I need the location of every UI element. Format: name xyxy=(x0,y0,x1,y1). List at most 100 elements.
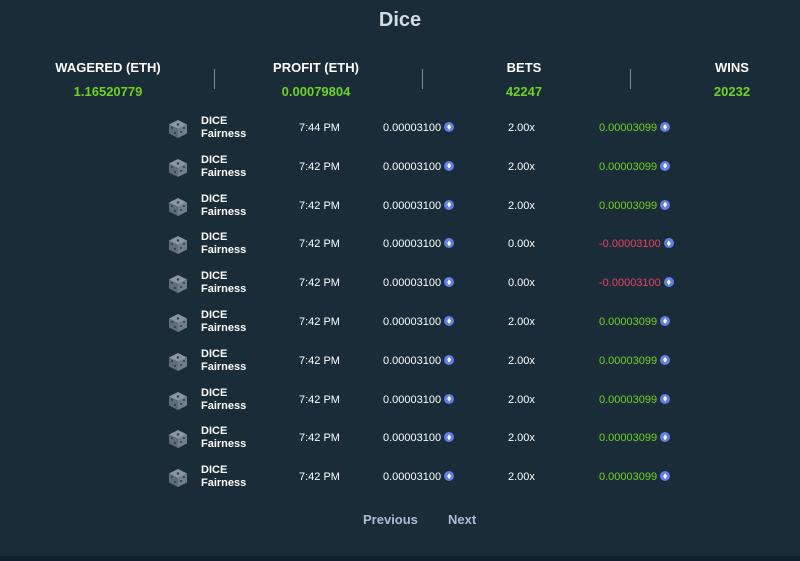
bet-multiplier: 2.00x xyxy=(508,199,535,212)
bet-profit: 0.00003099 xyxy=(599,160,658,173)
bet-profit-cell: 0.00003099 xyxy=(599,432,671,445)
stat-profit-value: 0.00079804 xyxy=(281,84,351,99)
fairness-link[interactable]: Fairness xyxy=(201,477,246,490)
fairness-link[interactable]: Fairness xyxy=(201,244,246,257)
bet-amount-cell: 0.00003100 xyxy=(383,238,455,250)
fairness-link[interactable]: Fairness xyxy=(201,283,246,296)
divider xyxy=(630,69,631,89)
bet-amount: 0.00003100 xyxy=(383,160,442,173)
fairness-link[interactable]: Fairness xyxy=(201,400,246,413)
game-cell: DICE Fairness xyxy=(201,270,246,296)
bet-profit: 0.00003099 xyxy=(599,471,658,484)
game-name[interactable]: DICE xyxy=(201,231,246,244)
bet-multiplier: 2.00x xyxy=(508,354,535,367)
stat-wagered-label: WAGERED (ETH) xyxy=(55,60,161,75)
bet-profit: 0.00003099 xyxy=(599,432,658,445)
game-name[interactable]: DICE xyxy=(201,464,246,477)
bet-time: 7:42 PM xyxy=(299,393,340,406)
game-name[interactable]: DICE xyxy=(201,309,246,322)
bet-amount-cell: 0.00003100 xyxy=(383,277,455,290)
stat-wagered-value: 1.16520779 xyxy=(73,84,143,99)
game-cell: DICE Fairness xyxy=(201,464,246,490)
stat-wins: WINS 20232 xyxy=(672,60,792,99)
bet-profit-cell: 0.00003099 xyxy=(599,471,671,484)
bet-profit: -0.00003100 xyxy=(599,277,661,290)
eth-icon xyxy=(663,277,674,288)
fairness-link[interactable]: Fairness xyxy=(201,167,246,180)
bottom-bar xyxy=(0,556,800,561)
game-cell: DICE Fairness xyxy=(201,115,246,141)
bet-multiplier: 0.00x xyxy=(508,277,535,290)
stat-bets: BETS 42247 xyxy=(464,60,584,99)
bet-time: 7:42 PM xyxy=(299,238,340,251)
game-name[interactable]: DICE xyxy=(201,154,246,167)
game-name[interactable]: DICE xyxy=(201,193,246,206)
next-button[interactable]: Next xyxy=(448,512,476,527)
game-cell: DICE Fairness xyxy=(201,193,246,219)
fairness-link[interactable]: Fairness xyxy=(201,438,246,451)
dice-icon xyxy=(168,352,188,372)
bet-time: 7:42 PM xyxy=(299,432,340,445)
game-cell: DICE Fairness xyxy=(201,154,246,180)
fairness-link[interactable]: Fairness xyxy=(201,206,246,219)
bet-profit-cell: 0.00003099 xyxy=(599,122,671,134)
game-cell: DICE Fairness xyxy=(201,387,246,413)
game-name[interactable]: DICE xyxy=(201,348,246,361)
bet-profit-cell: 0.00003099 xyxy=(599,316,671,328)
dice-icon xyxy=(168,235,188,255)
eth-icon xyxy=(660,432,671,443)
eth-icon xyxy=(660,160,671,171)
bet-time: 7:42 PM xyxy=(299,316,340,328)
fairness-link[interactable]: Fairness xyxy=(201,322,246,335)
dice-icon xyxy=(168,391,188,411)
bet-multiplier: 2.00x xyxy=(508,393,535,406)
bet-multiplier: 2.00x xyxy=(508,432,535,445)
game-cell: DICE Fairness xyxy=(201,348,246,374)
bet-time: 7:42 PM xyxy=(299,160,340,173)
eth-icon xyxy=(444,432,455,443)
divider xyxy=(214,69,215,89)
bet-amount: 0.00003100 xyxy=(383,432,442,445)
bet-amount: 0.00003100 xyxy=(383,122,442,134)
bet-amount-cell: 0.00003100 xyxy=(383,354,455,367)
stat-profit-label: PROFIT (ETH) xyxy=(273,60,359,75)
bet-amount-cell: 0.00003100 xyxy=(383,160,455,173)
bet-amount: 0.00003100 xyxy=(383,277,442,290)
bet-amount-cell: 0.00003100 xyxy=(383,316,455,328)
fairness-link[interactable]: Fairness xyxy=(201,128,246,141)
game-name[interactable]: DICE xyxy=(201,270,246,283)
stat-wins-label: WINS xyxy=(715,60,749,75)
eth-icon xyxy=(660,316,671,326)
bet-amount-cell: 0.00003100 xyxy=(383,471,455,484)
dice-icon xyxy=(168,313,188,333)
previous-button[interactable]: Previous xyxy=(363,512,418,527)
game-cell: DICE Fairness xyxy=(201,425,246,451)
eth-icon xyxy=(660,471,671,482)
bet-multiplier: 2.00x xyxy=(508,122,535,134)
bet-profit-cell: 0.00003099 xyxy=(599,393,671,406)
dice-icon xyxy=(168,158,188,178)
eth-icon xyxy=(660,199,671,210)
fairness-link[interactable]: Fairness xyxy=(201,361,246,374)
dice-icon xyxy=(168,274,188,294)
bet-row: DICE Fairness 7:42 PM 0.00003100 2.00x 0.0000… xyxy=(0,153,800,187)
game-name[interactable]: DICE xyxy=(201,387,246,400)
eth-icon xyxy=(660,122,671,132)
bet-profit-cell: -0.00003100 xyxy=(599,238,674,250)
bet-amount: 0.00003100 xyxy=(383,471,442,484)
bet-amount-cell: 0.00003100 xyxy=(383,122,455,134)
eth-icon xyxy=(444,277,455,288)
eth-icon xyxy=(444,471,455,482)
eth-icon xyxy=(444,354,455,365)
bet-profit-cell: -0.00003100 xyxy=(599,277,674,289)
game-name[interactable]: DICE xyxy=(201,115,246,128)
eth-icon xyxy=(660,354,671,365)
bet-profit: 0.00003099 xyxy=(599,122,658,134)
bet-amount: 0.00003100 xyxy=(383,393,442,406)
bet-row: DICE Fairness 7:42 PM 0.00003100 0.00x -0.000… xyxy=(0,230,800,264)
bet-amount: 0.00003100 xyxy=(383,354,442,367)
stat-profit: PROFIT (ETH) 0.00079804 xyxy=(256,60,376,99)
bet-multiplier: 2.00x xyxy=(508,160,535,173)
bet-profit: 0.00003099 xyxy=(599,354,658,367)
game-name[interactable]: DICE xyxy=(201,425,246,438)
